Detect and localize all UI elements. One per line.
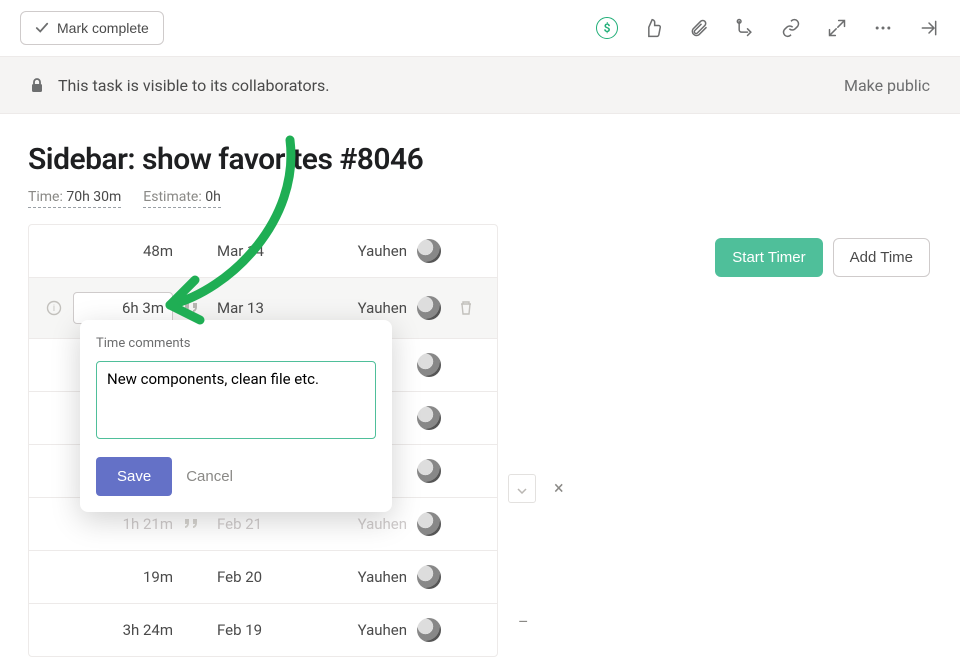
- svg-text:$: $: [604, 21, 611, 35]
- avatar: [417, 353, 441, 377]
- subtask-icon[interactable]: [734, 17, 756, 39]
- dollar-icon[interactable]: $: [596, 17, 618, 39]
- quote-icon[interactable]: [183, 518, 207, 530]
- svg-text:i: i: [53, 304, 55, 314]
- time-entry[interactable]: 19m Feb 20 Yauhen: [29, 550, 497, 603]
- time-comment-input[interactable]: New components, clean file etc.: [96, 361, 376, 439]
- time-entry[interactable]: 48m Mar 14 Yauhen: [29, 225, 497, 277]
- thumbs-up-icon[interactable]: [642, 17, 664, 39]
- info-icon[interactable]: i: [45, 299, 63, 317]
- avatar: [417, 406, 441, 430]
- check-icon: [35, 21, 49, 35]
- entry-date: Mar 13: [217, 299, 327, 317]
- quote-icon[interactable]: [183, 302, 207, 314]
- dash-placeholder: –: [518, 612, 529, 631]
- more-icon[interactable]: [872, 17, 894, 39]
- popover-title: Time comments: [96, 336, 376, 351]
- estimate-label: Estimate:: [143, 189, 201, 205]
- cancel-button[interactable]: Cancel: [186, 468, 233, 485]
- entry-user: Yauhen: [337, 242, 407, 260]
- avatar: [417, 512, 441, 536]
- time-value: 70h 30m: [66, 189, 121, 205]
- make-public-button[interactable]: Make public: [844, 76, 930, 95]
- entry-user: Yauhen: [337, 515, 407, 533]
- avatar: [417, 565, 441, 589]
- time-summary[interactable]: Time: 70h 30m: [28, 189, 121, 208]
- attachment-icon[interactable]: [688, 17, 710, 39]
- entry-user: Yauhen: [337, 568, 407, 586]
- mark-complete-button[interactable]: Mark complete: [20, 11, 164, 45]
- task-title: Sidebar: show favorites #8046: [28, 142, 930, 177]
- estimate-summary[interactable]: Estimate: 0h: [143, 189, 221, 208]
- mark-complete-label: Mark complete: [57, 20, 149, 36]
- avatar: [417, 296, 441, 320]
- trash-icon[interactable]: [457, 299, 475, 317]
- estimate-value: 0h: [205, 189, 221, 205]
- avatar: [417, 459, 441, 483]
- save-button[interactable]: Save: [96, 457, 172, 496]
- close-icon[interactable]: ×: [554, 478, 564, 499]
- entry-user: Yauhen: [337, 299, 407, 317]
- time-comment-popover: Time comments New components, clean file…: [80, 320, 392, 512]
- entry-duration: 3h 24m: [73, 621, 173, 639]
- add-time-button[interactable]: Add Time: [833, 238, 930, 277]
- collapse-icon[interactable]: [918, 17, 940, 39]
- info-placeholder: [45, 242, 63, 260]
- entry-duration: 19m: [73, 568, 173, 586]
- start-timer-button[interactable]: Start Timer: [715, 238, 822, 277]
- time-label: Time:: [28, 189, 63, 205]
- lock-icon: [30, 77, 44, 93]
- expand-icon[interactable]: [826, 17, 848, 39]
- entry-date: Feb 20: [217, 568, 327, 586]
- entry-date: Mar 14: [217, 242, 327, 260]
- entry-duration: 48m: [73, 242, 173, 260]
- visibility-text: This task is visible to its collaborator…: [58, 76, 330, 95]
- entry-date: Feb 19: [217, 621, 327, 639]
- chevron-down-icon[interactable]: [517, 488, 527, 494]
- entry-user: Yauhen: [337, 621, 407, 639]
- link-icon[interactable]: [780, 17, 802, 39]
- entry-duration: 1h 21m: [73, 515, 173, 533]
- avatar: [417, 618, 441, 642]
- time-entry[interactable]: 3h 24m Feb 19 Yauhen: [29, 603, 497, 656]
- entry-date: Feb 21: [217, 515, 327, 533]
- avatar: [417, 239, 441, 263]
